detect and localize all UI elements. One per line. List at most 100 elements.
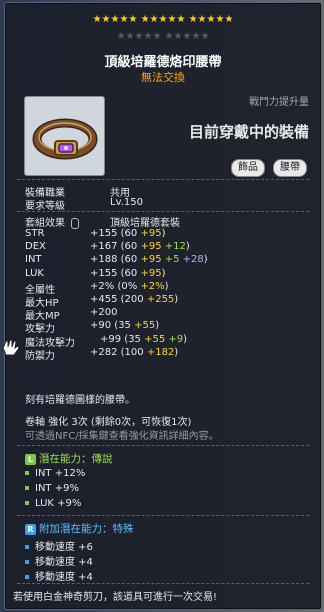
stat-base: (35: [114, 320, 135, 332]
stat-total: +188: [90, 254, 118, 266]
set-effect-label: 套組效果: [25, 218, 65, 229]
stat-label: DEX: [25, 241, 46, 253]
potential-line-text: 移動速度 +4: [35, 557, 93, 568]
category-tag-belt: 腰帶: [273, 159, 307, 177]
stat-row: STR +155 (60 +95): [25, 228, 165, 239]
stat-close: ): [183, 333, 188, 345]
rare-badge-icon: R: [25, 523, 36, 535]
potential-line-text: INT +9%: [35, 483, 79, 494]
stat-values: +2% (0% +2%): [90, 281, 169, 292]
stat-bonus-flame: +182: [146, 346, 175, 358]
level-row: 要求等級 Lv.150: [25, 197, 143, 212]
stat-base: (35: [124, 333, 145, 345]
star-force-stars: ★★★★★ ★★★★★ ★★★★★: [92, 14, 234, 25]
stat-label: INT: [25, 254, 42, 266]
potential-line: 移動速度 +4: [25, 553, 93, 568]
stat-label: STR: [25, 228, 45, 239]
stat-close: ): [164, 280, 169, 292]
potential-line: 移動速度 +4: [25, 568, 93, 583]
potential-line: LUK +9%: [25, 498, 81, 509]
untradeable-label: 無法交換: [141, 71, 185, 84]
divider: [17, 583, 309, 584]
stat-total: +90: [90, 320, 112, 332]
level-value: Lv.150: [110, 197, 143, 208]
stat-label: LUK: [25, 267, 44, 279]
stat-values: +200: [90, 307, 117, 318]
bullet-icon: [25, 471, 29, 475]
stat-row: INT +188 (60 +95 +5 +28): [25, 254, 208, 266]
stat-base: (60: [120, 228, 141, 239]
scroll-upgrade-line: 卷軸 強化 3次 (剩餘0次，可恢復1次): [25, 417, 192, 428]
stat-values: +90 (35 +55): [90, 320, 159, 331]
stat-values: +188 (60 +95 +5 +28): [90, 254, 208, 265]
stat-values: +155 (60 +95): [90, 268, 165, 279]
stat-total: +167: [90, 241, 118, 253]
stat-total: +2%: [90, 280, 115, 292]
stat-close: ): [161, 228, 166, 239]
stat-total: +455: [90, 294, 118, 305]
stat-row: DEX +167 (60 +95 +12): [25, 241, 190, 253]
stat-close: ): [161, 267, 166, 279]
stat-bonus-flame: +95: [140, 267, 162, 279]
additional-potential-label: 附加潛在能力：: [39, 523, 113, 535]
hand-cursor-icon: [2, 339, 20, 356]
star-force-row-1: ★★★★★ ★★★★★ ★★★★★: [5, 14, 321, 26]
belt-icon: [32, 118, 98, 160]
stat-base: (200: [120, 294, 147, 305]
potential-line-text: LUK +9%: [35, 498, 82, 509]
currently-equipped-label: 目前穿戴中的裝備: [188, 123, 309, 141]
potential-grade: 傳說: [91, 453, 113, 465]
stat-values: +155 (60 +95): [90, 228, 165, 239]
stat-total: +282: [90, 346, 118, 358]
stat-row: 防禦力 +282 (100 +182): [25, 347, 178, 362]
stat-close: ): [174, 346, 179, 358]
additional-potential-grade: 特殊: [112, 523, 134, 535]
stat-close: ): [155, 320, 160, 332]
stat-bonus-flame: +95: [140, 228, 162, 239]
stat-base: (60: [120, 254, 141, 266]
stat-bonus-scroll: +9: [165, 333, 184, 345]
stat-bonus-flame: +255: [146, 294, 175, 305]
stat-total: +99: [100, 333, 122, 345]
stat-base: (0%: [117, 280, 141, 292]
potential-line: 移動速度 +6: [25, 538, 93, 553]
bullet-icon: [25, 545, 29, 549]
stat-total: +200: [90, 307, 118, 319]
scissors-note: 若使用白金神奇剪刀，該道具可進行一次交易!: [13, 592, 218, 603]
stat-values: +455 (200 +255): [90, 294, 178, 305]
nfc-hint: 可透過NFC/採集鍵查看強化資訊詳細內容。: [25, 431, 219, 442]
stat-bonus-flame: +2%: [140, 280, 165, 292]
bullet-icon: [25, 560, 29, 564]
potential-line-text: INT +12%: [35, 468, 86, 479]
stat-label: 防禦力: [25, 350, 55, 362]
stat-total: +155: [90, 267, 118, 279]
divider: [17, 211, 309, 212]
divider: [17, 179, 309, 180]
potential-label: 潛在能力：: [39, 453, 92, 465]
level-label: 要求等級: [25, 201, 65, 212]
stat-values: +167 (60 +95 +12): [90, 241, 190, 252]
item-name: 頂級培羅德烙印腰帶: [104, 55, 222, 70]
set-effect-row[interactable]: 套組效果 頂級培羅德套裝: [25, 214, 180, 229]
potential-line-text: 移動速度 +6: [35, 542, 93, 553]
potential-line: INT +9%: [25, 483, 79, 494]
divider: [17, 515, 309, 516]
stat-close: ): [203, 254, 208, 266]
item-icon-frame: [24, 96, 105, 176]
stat-values: +282 (100 +182): [90, 347, 178, 358]
stat-bonus-flame: +95: [140, 254, 162, 266]
additional-potential-header: R 附加潛在能力：特殊: [25, 521, 134, 536]
description: 刻有培羅德圖樣的腰帶。: [25, 395, 135, 406]
stat-bonus-flame: +95: [140, 241, 162, 253]
stat-row: LUK +155 (60 +95): [25, 267, 165, 279]
mouse-icon: [71, 217, 80, 229]
item-tooltip: ★★★★★ ★★★★★ ★★★★★ ★★★★★ ★★★★★ 頂級培羅德烙印腰帶 …: [4, 2, 322, 610]
stat-base: (100: [120, 346, 147, 358]
legendary-badge-icon: L: [25, 453, 36, 465]
stat-bonus-scroll: +12: [161, 241, 186, 253]
bullet-icon: [25, 575, 29, 579]
stat-bonus-flame: +55: [134, 320, 156, 332]
divider: [17, 445, 309, 446]
potential-header: L 潛在能力：傳說: [25, 451, 113, 466]
star-force-row-2: ★★★★★ ★★★★★: [5, 31, 321, 43]
